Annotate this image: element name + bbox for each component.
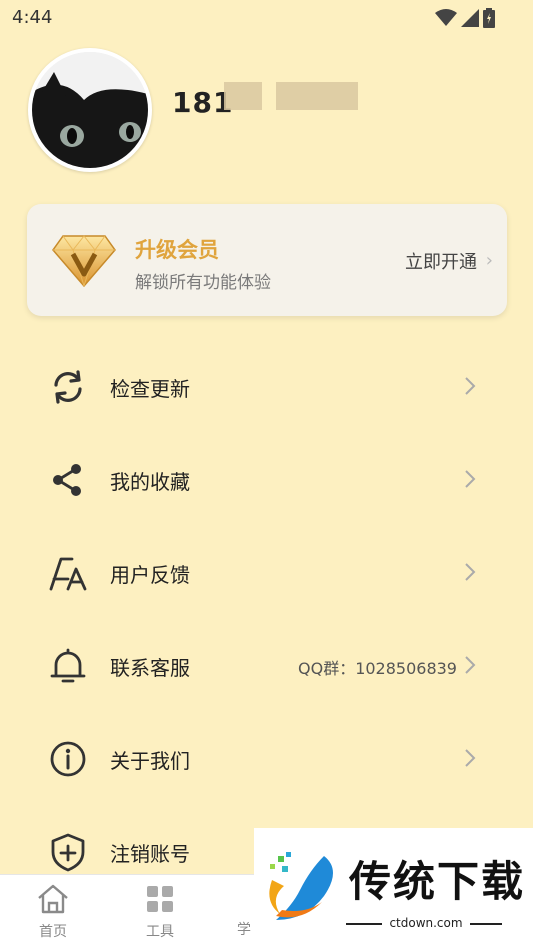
shield-plus-icon [51, 833, 85, 872]
watermark-title: 传统下载 [349, 857, 526, 906]
signal-icon [461, 9, 479, 27]
avatar[interactable] [28, 48, 152, 172]
menu-label: 联系客服 [110, 656, 190, 680]
home-icon [38, 884, 68, 914]
status-bar: 4:44 [0, 0, 533, 36]
diamond-icon [52, 235, 116, 288]
status-time: 4:44 [12, 7, 53, 28]
wifi-icon [435, 9, 457, 26]
privacy-mask [276, 82, 358, 110]
nav-tab-tools[interactable]: 工具 [130, 883, 190, 941]
nav-label: 工具 [146, 924, 174, 940]
share-icon [53, 464, 81, 496]
menu-label: 注销账号 [110, 842, 190, 866]
menu-label: 我的收藏 [110, 470, 190, 494]
watermark: 传统下载 ctdown.com [254, 828, 533, 948]
menu-label: 用户反馈 [110, 563, 190, 587]
chevron-right-icon [465, 563, 476, 581]
status-icons [435, 8, 495, 28]
privacy-mask [224, 82, 262, 110]
chevron-right-icon [465, 377, 476, 395]
menu-item-about[interactable]: 关于我们 [0, 713, 533, 806]
menu-item-favorites[interactable]: 我的收藏 [0, 434, 533, 527]
chevron-right-icon [465, 470, 476, 488]
grid-icon [147, 886, 173, 912]
menu-item-check-update[interactable]: 检查更新 [0, 341, 533, 434]
chevron-right-icon [465, 656, 476, 674]
vip-subtitle: 解锁所有功能体验 [135, 273, 271, 293]
vip-upgrade-card[interactable]: 升级会员 解锁所有功能体验 立即开通 › [27, 204, 507, 316]
menu-label: 检查更新 [110, 377, 190, 401]
menu-item-feedback[interactable]: 用户反馈 [0, 527, 533, 620]
vip-activate-link[interactable]: 立即开通 [405, 248, 477, 274]
battery-icon [483, 8, 495, 28]
refresh-icon [54, 370, 82, 404]
info-icon [50, 741, 86, 777]
nav-tab-home[interactable]: 首页 [23, 883, 83, 941]
qq-group-number: QQ群：1028506839 [298, 659, 457, 678]
ctdown-logo-icon [269, 852, 333, 920]
menu-item-customer-service[interactable]: 联系客服 QQ群：1028506839 [0, 620, 533, 713]
chevron-right-icon [465, 749, 476, 767]
font-icon [49, 557, 87, 591]
menu-label: 关于我们 [110, 749, 190, 773]
vip-title: 升级会员 [135, 238, 219, 262]
chevron-right-icon: › [485, 250, 493, 271]
divider [470, 923, 502, 925]
cat-avatar-icon [32, 52, 148, 168]
nav-label: 首页 [39, 924, 67, 940]
bell-icon [50, 648, 86, 683]
